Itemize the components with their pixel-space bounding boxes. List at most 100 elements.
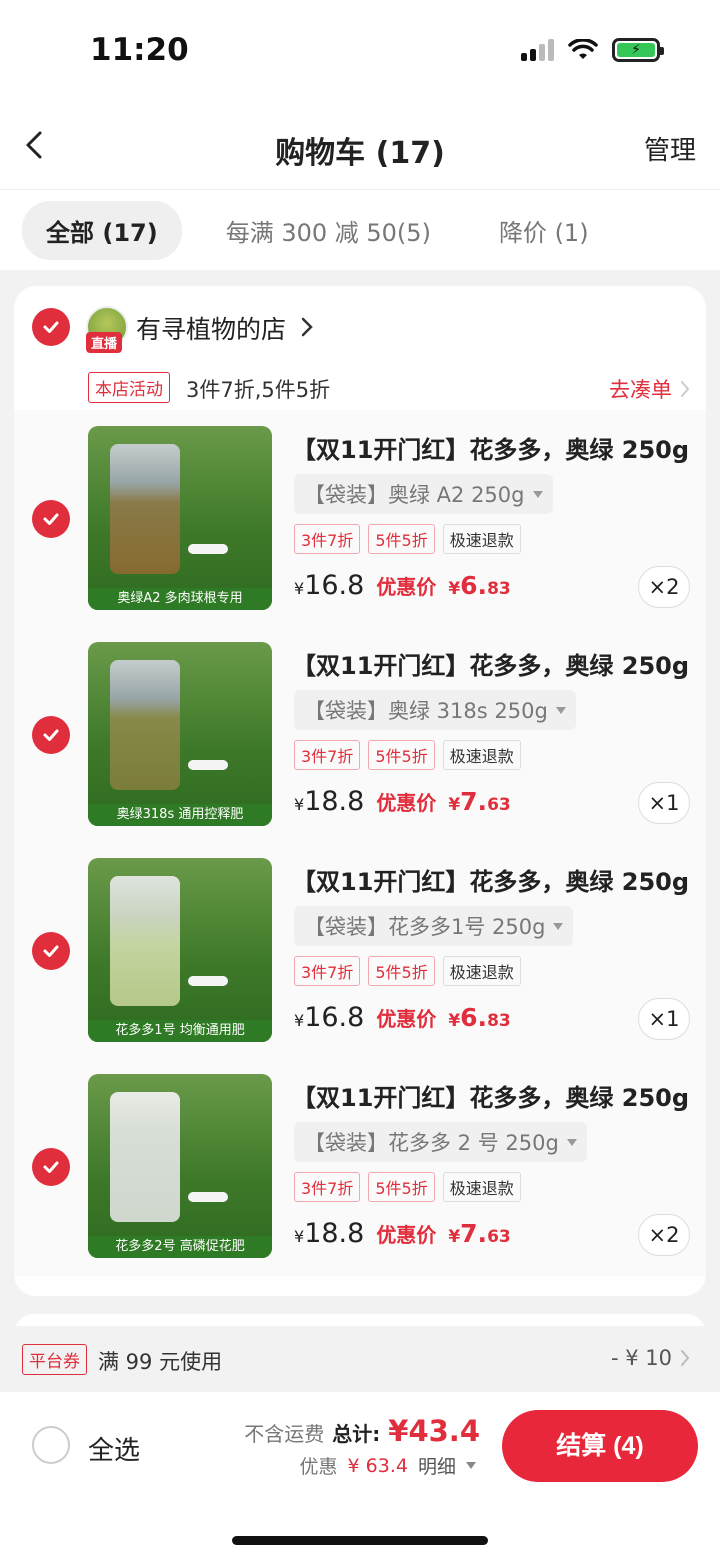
quantity-button[interactable]: ×2 xyxy=(638,1214,690,1256)
price-row: ¥18.8 优惠价 ¥7.63 xyxy=(294,1218,511,1249)
tab-all[interactable]: 全部 (17) xyxy=(22,200,182,260)
sku-label: 【袋装】奥绿 A2 250g xyxy=(304,483,525,507)
select-all-label[interactable]: 全选 xyxy=(88,1430,140,1467)
checkout-bar: 全选 不含运费 总计: ¥43.4 优惠 ¥ 63.4 明细 结算 (4) xyxy=(0,1392,720,1560)
quantity-button[interactable]: ×1 xyxy=(638,998,690,1040)
dropdown-arrow-icon xyxy=(555,706,566,714)
add-more-label: 去凑单 xyxy=(609,378,672,402)
promo-tags: 3件7折 5件5折 极速退款 xyxy=(294,524,521,554)
product-thumbnail[interactable]: 花多多1号 均衡通用肥 xyxy=(88,858,272,1042)
dropdown-arrow-icon xyxy=(566,1138,577,1146)
sku-label: 【袋装】花多多1号 250g xyxy=(304,915,546,939)
home-indicator[interactable] xyxy=(232,1536,488,1545)
promo-tag: 5件5折 xyxy=(368,524,435,554)
promo-tag: 3件7折 xyxy=(294,956,361,986)
quantity-button[interactable]: ×2 xyxy=(638,566,690,608)
sku-selector[interactable]: 【袋装】奥绿 A2 250g xyxy=(294,474,553,514)
promo-tag: 5件5折 xyxy=(368,956,435,986)
product-thumbnail[interactable]: 奥绿A2 多肉球根专用 xyxy=(88,426,272,610)
store-card: 直播 有寻植物的店 本店活动 3件7折,5件5折 去凑单 奥绿A2 多肉球根专用… xyxy=(14,286,706,1296)
select-all-checkbox[interactable] xyxy=(32,1426,70,1464)
discount-detail-toggle[interactable]: 优惠 ¥ 63.4 明细 xyxy=(300,1452,476,1479)
deal-price: ¥7.63 xyxy=(448,1219,511,1248)
manage-button[interactable]: 管理 xyxy=(644,130,696,167)
checkmark-icon xyxy=(43,321,59,333)
status-icons: ⚡ xyxy=(521,38,664,62)
dropdown-arrow-icon xyxy=(466,1462,476,1469)
chevron-right-icon xyxy=(681,1350,690,1366)
cart-item: 花多多1号 均衡通用肥 【双11开门红】花多多，奥绿 250g 【袋装】花多多1… xyxy=(14,858,706,1058)
coupon-value[interactable]: - ¥ 10 xyxy=(611,1346,690,1370)
store-name[interactable]: 有寻植物的店 xyxy=(136,310,286,346)
cart-item: 奥绿A2 多肉球根专用 【双11开门红】花多多，奥绿 250g 【袋装】奥绿 A… xyxy=(14,426,706,626)
checkmark-icon xyxy=(43,945,59,957)
sku-label: 【袋装】奥绿 318s 250g xyxy=(304,699,548,723)
thumbnail-caption: 奥绿318s 通用控释肥 xyxy=(88,804,272,826)
chevron-right-icon xyxy=(681,381,690,397)
thumbnail-caption: 奥绿A2 多肉球根专用 xyxy=(88,588,272,610)
item-select-checkbox[interactable] xyxy=(32,716,70,754)
coupon-amount: - ¥ 10 xyxy=(610,1346,672,1370)
cart-item: 花多多2号 高磷促花肥 【双11开门红】花多多，奥绿 250g 【袋装】花多多 … xyxy=(14,1074,706,1274)
discount-label: 优惠 xyxy=(299,1456,338,1478)
store-select-checkbox[interactable] xyxy=(32,308,70,346)
quantity-button[interactable]: ×1 xyxy=(638,782,690,824)
chevron-right-icon[interactable] xyxy=(300,316,314,338)
checkout-button[interactable]: 结算 (4) xyxy=(502,1410,698,1482)
shipping-note: 不含运费 xyxy=(244,1422,325,1446)
price: ¥16.8 xyxy=(294,570,365,601)
product-thumbnail[interactable]: 奥绿318s 通用控释肥 xyxy=(88,642,272,826)
sku-selector[interactable]: 【袋装】奥绿 318s 250g xyxy=(294,690,576,730)
total-value: ¥43.4 xyxy=(388,1414,480,1448)
price: ¥18.8 xyxy=(294,1218,365,1249)
coupon-bar[interactable]: 平台券 满 99 元使用 - ¥ 10 xyxy=(0,1326,720,1392)
navbar: 购物车 (17) 管理 xyxy=(0,100,720,190)
deal-price: ¥7.63 xyxy=(448,787,511,816)
tab-discount-300-50[interactable]: 每满 300 减 50(5) xyxy=(202,201,455,260)
promo-tag: 3件7折 xyxy=(294,1172,361,1202)
promo-tags: 3件7折 5件5折 极速退款 xyxy=(294,1172,521,1202)
total-row: 不含运费 总计: ¥43.4 xyxy=(244,1414,480,1448)
product-title[interactable]: 【双11开门红】花多多，奥绿 250g xyxy=(292,430,706,465)
wifi-icon xyxy=(568,39,598,59)
add-more-link[interactable]: 去凑单 xyxy=(609,374,690,404)
price: ¥16.8 xyxy=(294,1002,365,1033)
product-thumbnail[interactable]: 花多多2号 高磷促花肥 xyxy=(88,1074,272,1258)
store-promo-text: 3件7折,5件5折 xyxy=(186,378,331,402)
cart-item: 奥绿318s 通用控释肥 【双11开门红】花多多，奥绿 250g 【袋装】奥绿 … xyxy=(14,642,706,842)
sku-selector[interactable]: 【袋装】花多多1号 250g xyxy=(294,906,574,946)
deal-label: 优惠价 xyxy=(376,1223,437,1247)
service-tag: 极速退款 xyxy=(442,524,521,554)
item-select-checkbox[interactable] xyxy=(32,500,70,538)
page-title: 购物车 (17) xyxy=(275,136,445,171)
tab-price-drop[interactable]: 降价 (1) xyxy=(475,201,613,260)
product-title[interactable]: 【双11开门红】花多多，奥绿 250g xyxy=(292,646,706,681)
status-bar: 11:20 ⚡ xyxy=(0,0,720,100)
battery-icon: ⚡ xyxy=(612,38,664,62)
checkmark-icon xyxy=(43,1161,59,1173)
coupon-tag: 平台券 xyxy=(22,1344,87,1375)
price-row: ¥18.8 优惠价 ¥7.63 xyxy=(294,786,511,817)
cellular-signal-icon xyxy=(521,39,554,61)
promo-tag: 5件5折 xyxy=(368,740,435,770)
promo-tag: 3件7折 xyxy=(294,740,361,770)
discount-value: ¥ 63.4 xyxy=(347,1454,408,1477)
checkmark-icon xyxy=(43,729,59,741)
deal-price: ¥6.83 xyxy=(448,1003,511,1032)
thumbnail-caption: 花多多2号 高磷促花肥 xyxy=(88,1236,272,1258)
price: ¥18.8 xyxy=(294,786,365,817)
deal-price: ¥6.83 xyxy=(448,571,511,600)
product-title[interactable]: 【双11开门红】花多多，奥绿 250g xyxy=(292,1078,706,1113)
item-select-checkbox[interactable] xyxy=(32,932,70,970)
promo-tags: 3件7折 5件5折 极速退款 xyxy=(294,956,521,986)
item-list: 奥绿A2 多肉球根专用 【双11开门红】花多多，奥绿 250g 【袋装】奥绿 A… xyxy=(14,410,706,1276)
status-time: 11:20 xyxy=(90,32,189,68)
thumbnail-caption: 花多多1号 均衡通用肥 xyxy=(88,1020,272,1042)
dropdown-arrow-icon xyxy=(553,922,564,930)
sku-selector[interactable]: 【袋装】花多多 2 号 250g xyxy=(294,1122,587,1162)
live-badge: 直播 xyxy=(86,332,123,353)
item-select-checkbox[interactable] xyxy=(32,1148,70,1186)
product-title[interactable]: 【双11开门红】花多多，奥绿 250g xyxy=(292,862,706,897)
sku-label: 【袋装】花多多 2 号 250g xyxy=(304,1131,559,1155)
deal-label: 优惠价 xyxy=(376,1007,437,1031)
